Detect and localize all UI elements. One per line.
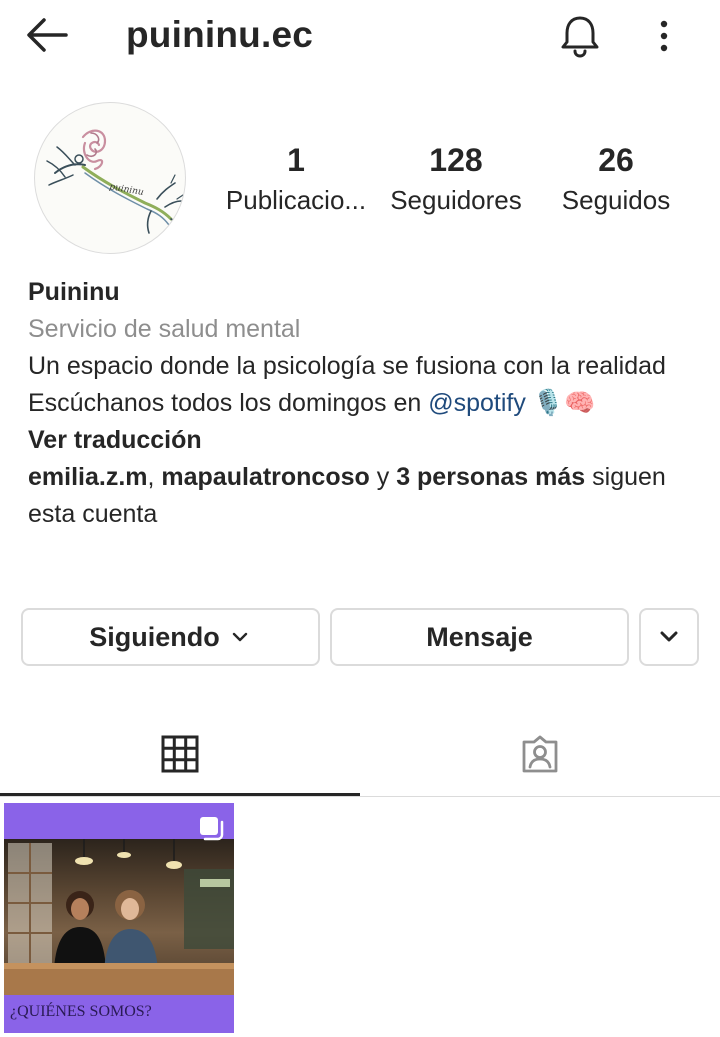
tab-posts-grid[interactable] xyxy=(0,712,360,796)
profile-tabs xyxy=(0,712,720,797)
stat-followers[interactable]: 128 Seguidores xyxy=(376,140,536,216)
bio-text-line2: Escúchanos todos los domingos en @spotif… xyxy=(28,385,698,422)
post-caption: ¿QUIÉNES SOMOS? xyxy=(10,1003,152,1020)
stat-followers-count: 128 xyxy=(429,142,483,178)
spotify-mention-link[interactable]: @spotify xyxy=(428,389,526,417)
stat-followers-label: Seguidores xyxy=(390,185,522,215)
carousel-multiple-icon xyxy=(200,817,224,841)
bio-text-prefix: Escúchanos todos los domingos en xyxy=(28,389,429,417)
tab-tagged[interactable] xyxy=(360,712,720,796)
stat-following-label: Seguidos xyxy=(561,185,671,215)
stat-posts-count: 1 xyxy=(287,142,305,178)
stat-posts[interactable]: 1 Publicacio... xyxy=(216,140,376,216)
chevron-down-icon xyxy=(232,632,247,642)
profile-avatar[interactable]: puininu xyxy=(34,102,186,254)
stat-posts-label: Publicacio... xyxy=(225,185,367,215)
followed-by-comma: , xyxy=(147,463,162,491)
following-button[interactable]: Siguiendo xyxy=(21,608,320,666)
follower-others[interactable]: 3 personas más xyxy=(396,463,585,491)
following-button-label: Siguiendo xyxy=(89,621,220,652)
bio-emoji: 🎙️🧠 xyxy=(532,389,596,417)
followed-by-connector: y xyxy=(369,463,397,491)
message-button[interactable]: Mensaje xyxy=(330,608,629,666)
more-options-icon[interactable] xyxy=(644,12,684,60)
see-translation-link[interactable]: Ver traducción xyxy=(28,422,698,459)
stat-following-count: 26 xyxy=(598,142,634,178)
profile-category: Servicio de salud mental xyxy=(28,315,301,343)
followed-by-text[interactable]: emilia.z.m, mapaulatroncoso y 3 personas… xyxy=(28,459,698,533)
follower-user-2[interactable]: mapaulatroncoso xyxy=(161,463,369,491)
profile-bio: Puininu Servicio de salud mental Un espa… xyxy=(28,274,698,533)
stat-following[interactable]: 26 Seguidos xyxy=(536,140,696,216)
active-tab-indicator xyxy=(0,793,360,796)
bio-text-line1: Un espacio donde la psicología se fusion… xyxy=(28,352,666,380)
profile-username: puininu.ec xyxy=(126,14,313,55)
top-bar: puininu.ec xyxy=(0,0,720,72)
grid-icon xyxy=(161,735,199,773)
back-arrow-icon[interactable] xyxy=(22,14,74,56)
message-button-label: Mensaje xyxy=(426,621,533,652)
tagged-person-icon xyxy=(522,735,558,773)
post-thumbnail[interactable]: ¿QUIÉNES SOMOS? xyxy=(4,803,234,1033)
chevron-down-icon xyxy=(660,631,678,642)
svg-text:puininu: puininu xyxy=(108,182,144,198)
follower-user-1[interactable]: emilia.z.m xyxy=(28,463,148,491)
profile-display-name: Puininu xyxy=(28,278,120,306)
post-photo xyxy=(4,839,234,995)
notification-bell-icon[interactable] xyxy=(556,12,604,60)
suggested-accounts-button[interactable] xyxy=(639,608,699,666)
